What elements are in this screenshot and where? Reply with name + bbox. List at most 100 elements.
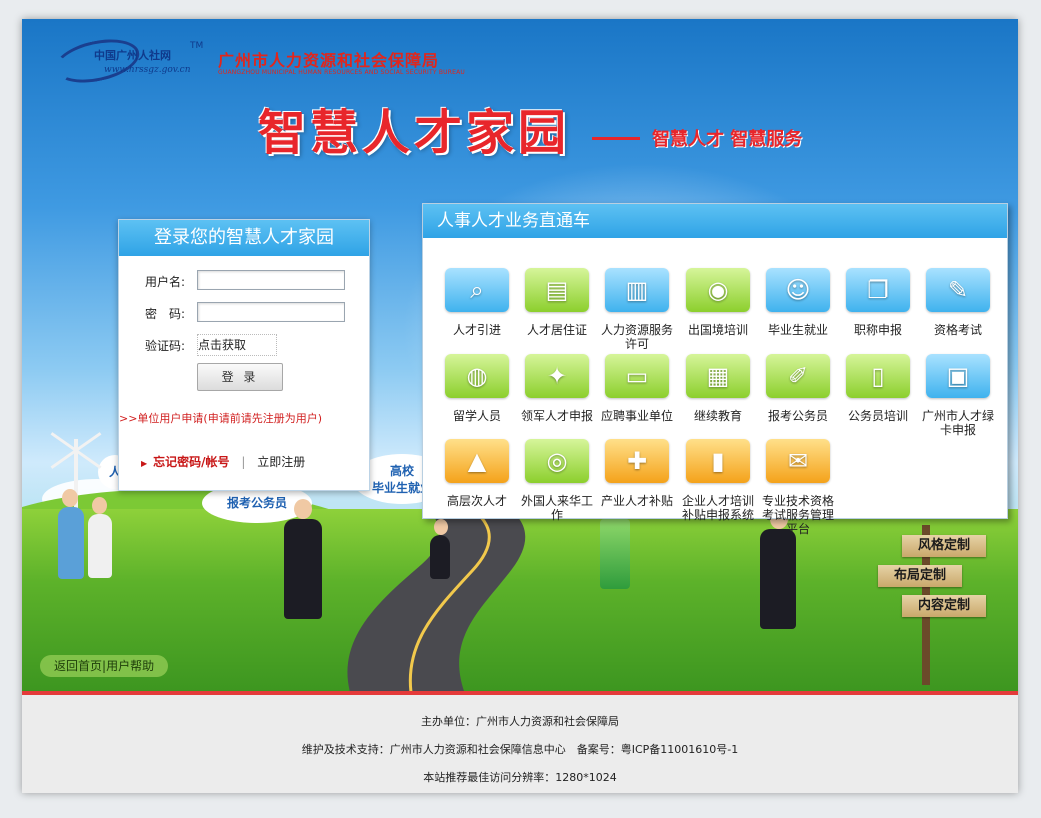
service-tile[interactable]: ▥ 人力资源服务许可	[598, 268, 676, 351]
captcha-button[interactable]: 点击获取	[197, 334, 277, 356]
bottom-links: 返回首页|用户帮助	[40, 655, 169, 677]
folder-icon[interactable]: ▭	[605, 354, 669, 398]
service-tile-label[interactable]: 企业人才培训补贴申报系统	[679, 494, 757, 522]
service-tile-label[interactable]: 广州市人才绿卡申报	[919, 409, 997, 437]
tile-glyph: ◉	[707, 276, 729, 304]
help-link[interactable]: 用户帮助	[106, 659, 154, 673]
service-tile-label[interactable]: 资格考试	[919, 323, 997, 337]
service-tile[interactable]: ▮ 企业人才培训补贴申报系统	[679, 439, 757, 522]
bubble-gwy-text: 报考公务员	[226, 496, 287, 510]
world-search-icon[interactable]: ◎	[525, 439, 589, 483]
sign-layout[interactable]: 布局定制	[878, 565, 962, 587]
climber-icon[interactable]: ▲	[445, 439, 509, 483]
service-tile[interactable]: ▲ 高层次人才	[438, 439, 516, 508]
service-tile-label[interactable]: 高层次人才	[438, 494, 516, 508]
service-tile[interactable]: ☺ 毕业生就业	[759, 268, 837, 337]
service-tile[interactable]: ▦ 继续教育	[679, 354, 757, 423]
person-head	[294, 499, 312, 519]
tile-glyph: ▦	[706, 362, 730, 390]
id-card-icon[interactable]: ▤	[525, 268, 589, 312]
books-icon[interactable]: ▯	[846, 354, 910, 398]
pen-icon[interactable]: ✐	[766, 354, 830, 398]
service-tile[interactable]: ▤ 人才居住证	[518, 268, 596, 337]
login-title: 登录您的智慧人才家园	[119, 220, 369, 256]
username-input[interactable]	[197, 270, 345, 290]
service-tile-label[interactable]: 毕业生就业	[759, 323, 837, 337]
graduate-icon[interactable]: ✦	[525, 354, 589, 398]
phone-booth-icon	[600, 519, 630, 589]
bullet-icon: ▶	[141, 459, 148, 468]
tile-glyph: ▣	[946, 362, 970, 390]
service-tile-label[interactable]: 出国境培训	[679, 323, 757, 337]
service-tile-label[interactable]: 人力资源服务许可	[598, 323, 676, 351]
forgot-password-link[interactable]: 忘记密码/帐号	[153, 455, 229, 469]
tile-glyph: ◍	[466, 362, 488, 390]
service-tile[interactable]: ✦ 领军人才申报	[518, 354, 596, 423]
globe-worker-icon[interactable]: ◉	[686, 268, 750, 312]
book-icon[interactable]: ❐	[846, 268, 910, 312]
logo-url: www.hrssgz.gov.cn	[104, 65, 191, 75]
exam-icon[interactable]: ✎	[926, 268, 990, 312]
service-tile-label[interactable]: 外国人来华工作	[518, 494, 596, 522]
certificate-icon[interactable]: ✉	[766, 439, 830, 483]
worker-icon[interactable]: ☺	[766, 268, 830, 312]
tile-glyph: ✚	[626, 447, 648, 475]
service-tile[interactable]: ◍ 留学人员	[438, 354, 516, 423]
service-tile[interactable]: ◎ 外国人来华工作	[518, 439, 596, 522]
tile-glyph: ✐	[787, 362, 809, 390]
tile-glyph: ▭	[625, 362, 649, 390]
service-tile-label[interactable]: 产业人才补贴	[598, 494, 676, 508]
service-tile[interactable]: ⌕ 人才引进	[438, 268, 516, 337]
home-link[interactable]: 返回首页	[54, 659, 102, 673]
tile-glyph: ▯	[871, 362, 885, 390]
unit-apply-link[interactable]: >>单位用户申请(申请前请先注册为用户)	[119, 410, 322, 426]
link-separator: |	[241, 455, 246, 469]
magnifier-icon[interactable]: ⌕	[445, 268, 509, 312]
service-tile[interactable]: ▣ 广州市人才绿卡申报	[919, 354, 997, 437]
captcha-label: 验证码:	[145, 339, 186, 353]
person-head	[92, 497, 107, 514]
footer: 主办单位：广州市人力资源和社会保障局 维护及技术支持：广州市人力资源和社会保障信…	[22, 695, 1018, 793]
engineer-icon[interactable]: ✚	[605, 439, 669, 483]
register-link[interactable]: 立即注册	[257, 455, 305, 469]
person-head	[62, 489, 78, 507]
service-tile-label[interactable]: 人才居住证	[518, 323, 596, 337]
slogan-title: 智慧人才家园	[258, 105, 571, 161]
green-card-icon[interactable]: ▣	[926, 354, 990, 398]
slogan-dash	[592, 137, 640, 140]
service-tile[interactable]: ✎ 资格考试	[919, 268, 997, 337]
tile-glyph: ⌕	[470, 276, 484, 304]
service-tile[interactable]: ◉ 出国境培训	[679, 268, 757, 337]
office-tower-icon[interactable]: ▮	[686, 439, 750, 483]
password-input[interactable]	[197, 302, 345, 322]
tile-glyph: ☺	[785, 276, 811, 304]
service-tile-label[interactable]: 报考公务员	[759, 409, 837, 423]
footer-support: 维护及技术支持：广州市人力资源和社会保障信息中心 备案号：粤ICP备110016…	[301, 743, 739, 756]
service-tile-label[interactable]: 应聘事业单位	[598, 409, 676, 423]
footer-resolution: 本站推荐最佳访问分辨率：1280*1024	[423, 771, 617, 784]
sign-content[interactable]: 内容定制	[902, 595, 986, 617]
building-icon[interactable]: ▥	[605, 268, 669, 312]
services-title: 人事人才业务直通车	[423, 204, 1007, 238]
person-businesswoman	[760, 529, 796, 629]
service-tile[interactable]: ✚ 产业人才补贴	[598, 439, 676, 508]
service-tile-label[interactable]: 人才引进	[438, 323, 516, 337]
tile-glyph: ✉	[787, 447, 809, 475]
service-tile[interactable]: ❐ 职称申报	[839, 268, 917, 337]
service-tile[interactable]: ▭ 应聘事业单位	[598, 354, 676, 423]
service-tile-label[interactable]: 领军人才申报	[518, 409, 596, 423]
globe-icon[interactable]: ◍	[445, 354, 509, 398]
service-tile-label[interactable]: 公务员培训	[839, 409, 917, 423]
service-tile[interactable]: ▯ 公务员培训	[839, 354, 917, 423]
login-button[interactable]: 登 录	[197, 363, 283, 391]
sign-style[interactable]: 风格定制	[902, 535, 986, 557]
tile-glyph: ▥	[625, 276, 649, 304]
service-tile-label[interactable]: 专业技术资格考试服务管理平台	[759, 494, 837, 536]
service-tile-label[interactable]: 继续教育	[679, 409, 757, 423]
service-tile-label[interactable]: 留学人员	[438, 409, 516, 423]
blocks-icon[interactable]: ▦	[686, 354, 750, 398]
service-tile-label[interactable]: 职称申报	[839, 323, 917, 337]
service-tile[interactable]: ✉ 专业技术资格考试服务管理平台	[759, 439, 837, 536]
logo-tm: TM	[190, 41, 204, 51]
service-tile[interactable]: ✐ 报考公务员	[759, 354, 837, 423]
